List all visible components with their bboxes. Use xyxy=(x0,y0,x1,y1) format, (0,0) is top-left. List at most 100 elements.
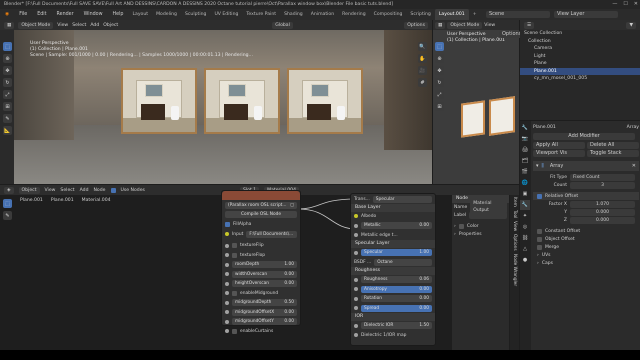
param-socket[interactable] xyxy=(225,291,229,296)
rotation-field[interactable]: Rotation 0.00 xyxy=(361,295,432,303)
param-socket[interactable] xyxy=(225,281,229,286)
chevron-down-icon[interactable]: ▾ xyxy=(536,163,539,169)
particles-tab-icon[interactable]: ✦ xyxy=(520,211,530,221)
color-checkbox[interactable] xyxy=(458,223,464,229)
param-field[interactable]: midgroundDepth 0.50 xyxy=(232,299,297,307)
menu-view[interactable]: View xyxy=(484,23,495,28)
close-icon[interactable]: ✕ xyxy=(634,1,638,7)
node-label-field[interactable] xyxy=(469,211,507,219)
camera-view-icon[interactable]: 🎥 xyxy=(418,66,427,75)
modifier-name-field[interactable]: Array xyxy=(546,162,587,170)
tool-tab-icon[interactable]: 🔧 xyxy=(520,123,530,133)
minimize-icon[interactable]: — xyxy=(612,1,617,7)
maximize-icon[interactable]: ☐ xyxy=(623,1,627,7)
rotation-socket[interactable] xyxy=(354,296,358,301)
tab-options[interactable]: Options xyxy=(512,234,517,251)
move-icon[interactable]: ✥ xyxy=(3,66,12,75)
outliner-item-camera[interactable]: Camera xyxy=(520,45,640,53)
outliner-item-plane-001[interactable]: Plane.001 xyxy=(520,67,640,75)
editor-type-icon[interactable]: ▦ xyxy=(435,21,446,29)
param-socket[interactable] xyxy=(225,329,229,334)
modifier-tab-icon[interactable]: 🔧 xyxy=(520,200,530,210)
mode-selector[interactable]: Object Mode xyxy=(447,21,483,29)
scene-tab-icon[interactable]: 🎬 xyxy=(520,167,530,177)
merge-checkbox[interactable] xyxy=(537,244,542,250)
menu-edit[interactable]: Edit xyxy=(32,9,51,20)
param-checkbox[interactable] xyxy=(232,328,237,334)
editor-type-icon[interactable]: ☰ xyxy=(524,21,535,29)
scene-selector[interactable]: Scene xyxy=(486,11,550,18)
tab-item[interactable]: Item xyxy=(512,197,517,207)
pan-icon[interactable]: ✋ xyxy=(418,54,427,63)
count-field[interactable]: 3 xyxy=(570,181,635,189)
outliner-item-light[interactable]: Light xyxy=(520,53,640,61)
tab-view[interactable]: View xyxy=(512,221,517,231)
param-checkbox[interactable] xyxy=(232,252,237,258)
outliner-item-plane[interactable]: Plane xyxy=(520,60,640,68)
anisotropy-field[interactable]: Anisotropy 0.00 xyxy=(361,285,432,293)
apply-all-button[interactable]: Apply All xyxy=(533,141,585,149)
viewport-vis-button[interactable]: Viewport Vis xyxy=(533,149,585,157)
metallic-field[interactable]: Metallic 0.00 xyxy=(361,222,432,230)
relative-offset-header[interactable]: Relative Offset xyxy=(533,192,639,200)
uvs-row[interactable]: › UVs xyxy=(533,251,639,259)
annotate-icon[interactable]: ✎ xyxy=(3,114,12,123)
input-path-field[interactable]: F:\Full Documents\... xyxy=(246,230,297,238)
physics-tab-icon[interactable]: ◎ xyxy=(520,222,530,232)
menu-object[interactable]: Object xyxy=(103,23,118,28)
osl-script-node[interactable]: (Parallax room OSL script... ▢ Compile OS… xyxy=(221,190,301,334)
param-socket[interactable] xyxy=(225,300,229,305)
grid-icon[interactable]: # xyxy=(418,78,427,87)
factor-x-field[interactable]: 1.070 xyxy=(570,200,635,208)
param-checkbox[interactable] xyxy=(232,243,237,249)
dielectric-ior-socket[interactable] xyxy=(354,323,358,328)
osl-param-row[interactable]: textureFlop xyxy=(222,251,300,261)
editor-type-icon[interactable]: ▦ xyxy=(4,21,15,29)
param-field[interactable]: midgroundOffsetX 0.00 xyxy=(232,308,297,316)
rotate-icon[interactable]: ↻ xyxy=(435,78,444,87)
base-layer-header[interactable]: Base Layer xyxy=(351,203,435,212)
tab-tool[interactable]: Tool xyxy=(512,210,517,218)
mode-selector[interactable]: Object Mode xyxy=(18,21,54,29)
osl-param-row[interactable]: heightOverscan 0.00 xyxy=(222,279,300,289)
osl-param-row[interactable]: textureFlip xyxy=(222,241,300,251)
param-field[interactable]: heightOverscan 0.00 xyxy=(232,280,297,288)
spread-socket[interactable] xyxy=(354,306,358,311)
tab-modeling[interactable]: Modeling xyxy=(152,9,181,20)
orientation-selector[interactable]: Global xyxy=(272,21,293,29)
data-tab-icon[interactable]: △ xyxy=(520,244,530,254)
transform-icon[interactable]: ⊞ xyxy=(3,102,12,111)
ior-header[interactable]: IOR xyxy=(351,313,435,321)
object-offset-row[interactable]: Object Offset xyxy=(533,235,639,243)
anisotropy-socket[interactable] xyxy=(354,287,358,292)
param-socket[interactable] xyxy=(225,319,229,324)
constant-offset-checkbox[interactable] xyxy=(537,228,542,234)
osl-param-row[interactable]: midgroundOffsetX 0.00 xyxy=(222,308,300,318)
close-icon[interactable]: ✕ xyxy=(632,163,636,169)
param-socket[interactable] xyxy=(225,253,229,258)
param-field[interactable]: widthOverscan 0.00 xyxy=(232,270,297,278)
bsdf-select[interactable]: Octane xyxy=(374,258,432,266)
measure-icon[interactable]: 📐 xyxy=(3,126,12,135)
tab-compositing[interactable]: Compositing xyxy=(370,9,407,20)
view-layer-selector[interactable]: View Layer xyxy=(554,11,618,18)
object-tab-icon[interactable]: ▣ xyxy=(520,189,530,199)
compile-osl-button[interactable]: Compile OSL Node xyxy=(225,211,297,218)
param-checkbox[interactable] xyxy=(232,290,237,296)
menu-window[interactable]: Window xyxy=(79,9,108,20)
param-socket[interactable] xyxy=(225,272,229,277)
tab-scripting[interactable]: Scripting xyxy=(406,9,434,20)
tab-texture-paint[interactable]: Texture Paint xyxy=(242,9,280,20)
constant-offset-row[interactable]: Constant Offset xyxy=(533,227,639,235)
dielectric-ior-field[interactable]: Dielectric IOR 1.50 xyxy=(361,322,432,330)
scale-icon[interactable]: ⤢ xyxy=(435,90,444,99)
outliner-item-mesh[interactable]: cy_mn_mosel_001_005 xyxy=(520,75,640,83)
node-editor[interactable]: ◈ Object View Select Add Node Use Nodes … xyxy=(0,185,519,350)
object-offset-checkbox[interactable] xyxy=(537,236,542,242)
param-socket[interactable] xyxy=(225,243,229,248)
caps-row[interactable]: › Caps xyxy=(533,259,639,267)
specular-socket[interactable] xyxy=(354,250,358,255)
osl-param-row[interactable]: enableCurtains xyxy=(222,327,300,337)
transform-icon[interactable]: ⊞ xyxy=(435,102,444,111)
material-tab-icon[interactable]: ● xyxy=(520,255,530,265)
